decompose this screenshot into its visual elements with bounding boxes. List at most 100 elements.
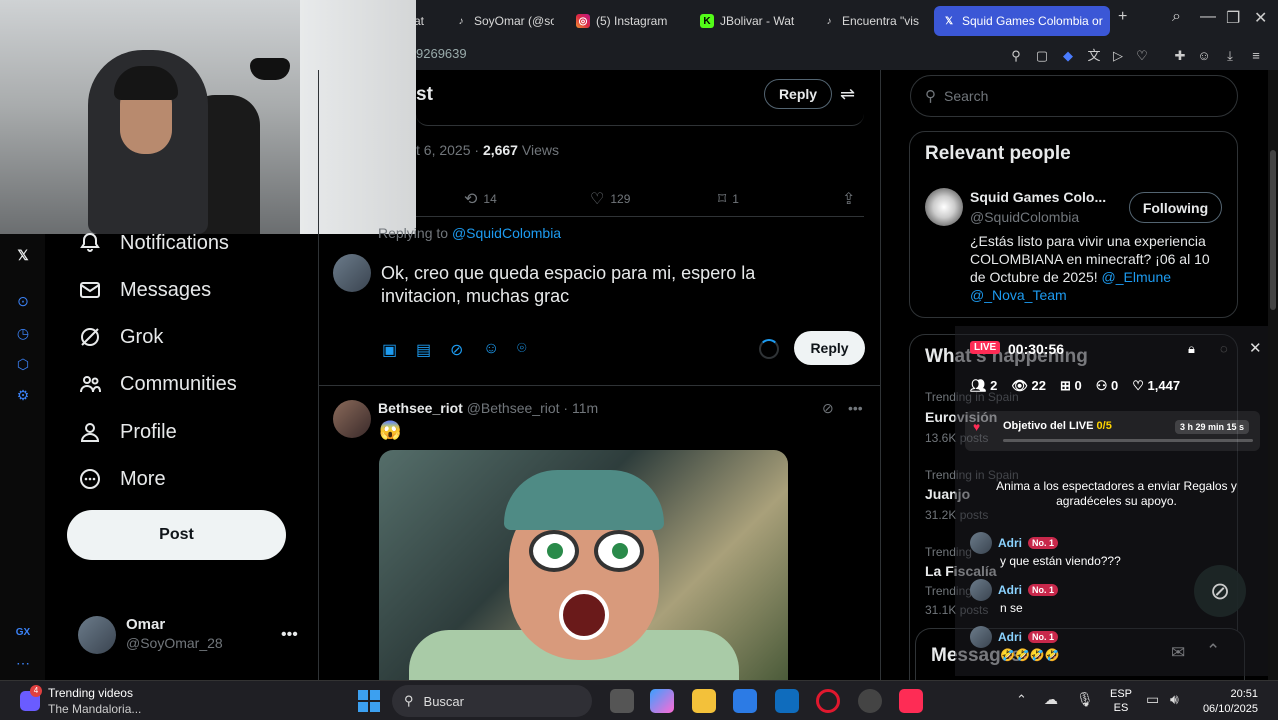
account-switcher[interactable]: Omar @SoyOmar_28 [78,616,223,654]
history-icon[interactable]: ◷ [14,324,32,342]
nav-more[interactable]: More [78,467,166,491]
send-icon[interactable]: ▷ [1110,48,1126,64]
clock[interactable]: 20:51 06/10/2025 [1196,687,1258,717]
extensions-icon[interactable]: ⬡ [14,355,32,373]
image-icon[interactable]: ▣ [382,340,400,359]
emoji-icon[interactable]: ☺ [483,340,501,358]
like-button[interactable]: ♡ 129 [590,189,630,209]
heart-icon: ♡ [1132,378,1144,393]
tab-squid-games[interactable]: 𝕏 Squid Games Colombia or [934,6,1110,36]
tab-soyomar[interactable]: ♪ SoyOmar (@so [446,6,555,36]
tab-instagram[interactable]: ◎ (5) Instagram [568,6,678,36]
search-input[interactable]: ⚲ Search [910,75,1238,117]
news-sub: The Mandaloria... [48,702,142,716]
settings-icon[interactable]: ⚙ [14,386,32,404]
gif-icon[interactable]: ▤ [416,340,434,359]
mouth [559,590,609,640]
tab-encuentra[interactable]: ♪ Encuentra "vis [814,6,924,36]
cloud-icon[interactable]: ☁ [1044,691,1058,708]
post-button[interactable]: Post [67,510,286,560]
viewers-stat: 👥︎ 2 [970,378,998,393]
account-options-icon[interactable]: ••• [281,626,298,644]
file-explorer-icon[interactable] [692,689,716,713]
taskbar-search[interactable]: ⚲ Buscar [392,685,592,717]
reply-settings-icon[interactable]: ⇌ [840,84,855,105]
chevron-up-icon[interactable]: ⌃ [1016,692,1027,708]
live-goal[interactable]: ♥ Objetivo del LIVE 0/5 3 h 29 min 15 s [965,411,1260,451]
retweet-button[interactable]: ⟲ 14 [464,189,497,209]
replying-to-handle[interactable]: @SquidColombia [452,225,561,241]
person-handle: @SquidColombia [970,209,1080,225]
reply-header: Bethsee_riot @Bethsee_riot · 11m [378,400,598,416]
reply-image[interactable] [379,450,788,680]
likes-stat: ♡ 1,447 [1132,378,1181,393]
new-tab-button[interactable]: + [1118,8,1127,26]
pupil-right [612,543,628,559]
nav-profile[interactable]: Profile [78,420,177,444]
reply-avatar[interactable] [333,400,371,438]
volume-icon[interactable]: 🔊︎ [1170,691,1179,708]
download-icon[interactable]: ⤓ [1222,48,1238,64]
menu-icon[interactable]: ≡ [1248,48,1264,64]
grok-icon[interactable]: ⊘ [822,400,834,417]
scrollbar-thumb[interactable] [1270,150,1276,310]
profile-icon[interactable]: ☺ [1196,48,1212,64]
minimize-button[interactable]: — [1200,8,1216,26]
language-indicator[interactable]: ESP ES [1110,687,1132,715]
header-reply-button[interactable]: Reply [764,79,832,109]
gx-icon[interactable]: GX [14,624,32,642]
extensions-icon[interactable]: ✚ [1172,48,1188,64]
grok-float-icon[interactable]: ⊘ [1194,565,1246,617]
more-icon[interactable]: ⋯ [14,654,32,672]
screen: at ♪ SoyOmar (@so ◎ (5) Instagram K JBol… [0,0,1278,720]
outlook-icon[interactable] [775,689,799,713]
microphone-icon[interactable]: 🎙︎ [1076,691,1094,708]
reply-author[interactable]: Bethsee_riot [378,400,463,416]
search-tabs-icon[interactable]: ⌕ [1172,8,1181,26]
tab-jbolivar[interactable]: K JBolivar - Wat [692,6,802,36]
task-view-icon[interactable] [610,689,634,713]
player-icon[interactable]: ⊙ [14,292,32,310]
network-icon[interactable]: ▭ [1146,691,1159,708]
nav-communities[interactable]: Communities [78,372,237,396]
pin-icon[interactable]: ⚲ [1008,48,1024,64]
x-icon[interactable]: 𝕏 [14,246,32,264]
copilot-icon[interactable] [650,689,674,713]
avatar [970,579,992,601]
lock-icon[interactable]: 🔒︎ [1188,341,1195,357]
settings-icon[interactable]: ◌ [1220,341,1228,356]
bio-link-elmune[interactable]: @_Elmune [1102,269,1171,285]
following-button[interactable]: Following [1129,192,1222,223]
share-button[interactable]: ⇪ [842,189,855,209]
heart-icon[interactable]: ♡ [1134,48,1150,64]
nav-messages[interactable]: Messages [78,278,211,302]
news-title[interactable]: Trending videos [48,686,133,700]
close-icon[interactable]: ✕ [1249,339,1262,357]
nav-grok[interactable]: Grok [78,325,163,349]
store-icon[interactable] [733,689,757,713]
bookmark-button[interactable]: ⌑ 1 [718,189,739,209]
location-icon[interactable]: ⌾ [517,340,535,358]
communities-icon [80,376,101,393]
person-avatar[interactable] [925,188,963,226]
bio-link-nova-team[interactable]: @_Nova_Team [970,287,1067,303]
shield-icon[interactable]: ◆ [1060,48,1076,64]
app-icon[interactable] [858,689,882,713]
opera-gx-icon[interactable] [816,689,840,713]
avatar [970,532,992,554]
tiktok-live-icon[interactable] [899,689,923,713]
grok-icon[interactable]: ⊘ [450,340,468,359]
reply-button[interactable]: Reply [794,331,865,365]
snapshot-icon[interactable]: ▢ [1034,48,1050,64]
nav-notifications[interactable]: Notifications [78,231,229,255]
close-window-button[interactable]: ✕ [1254,8,1267,28]
follows-stat: ⚇ 0 [1095,378,1119,393]
translate-icon[interactable]: 文 [1086,48,1102,64]
maximize-button[interactable]: ❐ [1226,8,1240,28]
tweet-options-icon[interactable]: ••• [848,400,863,416]
person-name[interactable]: Squid Games Colo... [970,189,1106,205]
windows-start-icon[interactable] [358,690,380,712]
reply-textarea[interactable]: Ok, creo que queda espacio para mi, espe… [381,262,811,308]
group-icon: 👥︎ [970,378,987,393]
scrollbar[interactable] [1268,70,1278,680]
